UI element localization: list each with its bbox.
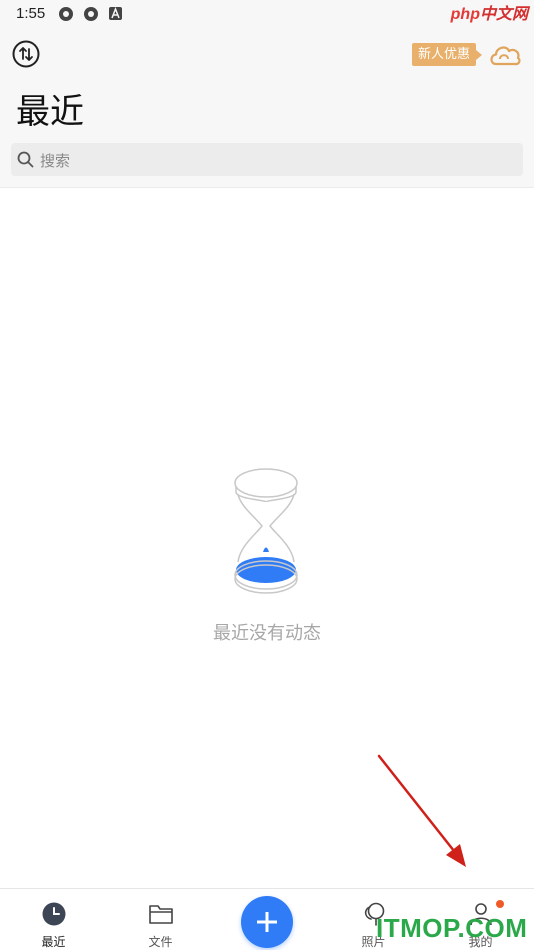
header: 新人优惠 最近 搜索	[0, 28, 534, 188]
add-button[interactable]	[241, 896, 293, 948]
watermark-text: ITMOP.COM	[376, 913, 528, 943]
empty-state-message: 最近没有动态	[213, 623, 321, 644]
folder-icon	[148, 905, 173, 924]
tab-label: 最近	[41, 935, 66, 949]
notification-app-icon	[59, 7, 73, 21]
new-user-promo-badge[interactable]: 新人优惠	[412, 43, 483, 66]
transfer-icon[interactable]	[12, 40, 40, 68]
tab-label: 文件	[148, 935, 173, 949]
search-icon	[17, 151, 34, 168]
notification-app-icon	[84, 7, 98, 21]
search-placeholder: 搜索	[40, 152, 71, 170]
notification-dot	[496, 900, 504, 908]
hourglass-icon	[234, 468, 298, 594]
watermark-logo: php中文网	[450, 6, 528, 23]
page-title: 最近	[16, 92, 84, 132]
search-input[interactable]: 搜索	[11, 143, 523, 176]
tab-files[interactable]: 文件	[107, 889, 214, 950]
status-bar: 1:55 php中文网	[0, 0, 534, 28]
status-time: 1:55	[16, 5, 46, 22]
annotation-arrow-icon	[377, 754, 466, 867]
tab-recent[interactable]: 最近	[0, 889, 107, 950]
notification-a-icon	[109, 7, 122, 20]
cloud-icon[interactable]	[488, 40, 522, 70]
clock-icon	[42, 902, 65, 926]
